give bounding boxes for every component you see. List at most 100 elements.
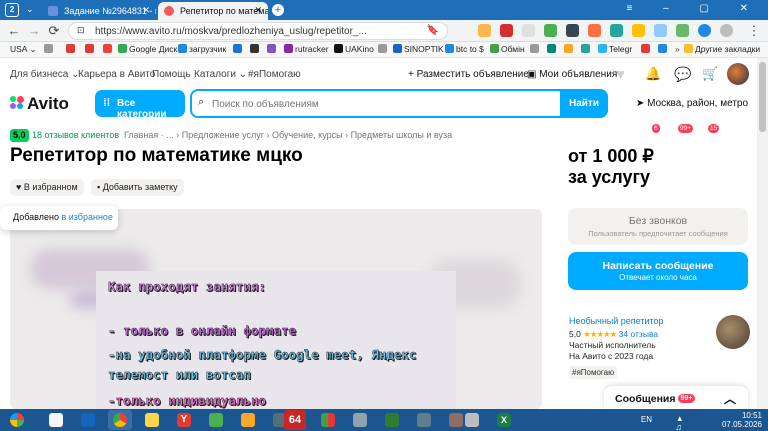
extension-icon[interactable]	[632, 24, 645, 37]
extension-icon[interactable]	[654, 24, 667, 37]
extension-icon[interactable]	[522, 24, 535, 37]
bookmarks-more[interactable]: »	[675, 44, 680, 54]
bookmark-item[interactable]	[641, 44, 652, 54]
nav-catalogs[interactable]: Каталоги ⌄	[194, 69, 247, 80]
system-tray[interactable]: EN ▴ ♫ 10:51 07.05.2026	[641, 411, 762, 431]
nav-for-business[interactable]: Для бизнеса ⌄	[10, 69, 80, 80]
add-note-button[interactable]: ▪ Добавить заметку	[91, 179, 184, 196]
avito-logo[interactable]: Avito	[27, 94, 69, 114]
bookmark-item[interactable]: Обмін	[490, 44, 525, 54]
reviews-link[interactable]: 18 отзывов клиентов	[32, 130, 119, 140]
tab-counter[interactable]: 2	[5, 3, 19, 17]
bookmark-item[interactable]: btc to $	[445, 44, 484, 54]
nav-career[interactable]: Карьера в Авито	[78, 69, 155, 80]
bookmark-item[interactable]	[378, 44, 389, 54]
extension-icon[interactable]	[566, 24, 579, 37]
bookmark-item[interactable]	[267, 44, 278, 54]
taskbar-app[interactable]	[204, 410, 228, 430]
search-input[interactable]	[212, 96, 552, 112]
bookmark-icon[interactable]: 🔖	[427, 25, 439, 36]
search-button[interactable]: Найти	[560, 89, 608, 118]
page-scrollbar[interactable]	[757, 58, 768, 410]
taskbar-app[interactable]	[380, 410, 404, 430]
bell-icon[interactable]: 🔔	[645, 66, 661, 82]
chat-icon[interactable]: 💬	[674, 66, 691, 83]
nav-ya-pomogayu[interactable]: #яПомогаю	[248, 69, 301, 80]
profile-icon[interactable]	[720, 24, 733, 37]
bookmark-item[interactable]: rutracker	[284, 44, 329, 54]
location-selector[interactable]: ➤ Москва, район, метро	[636, 98, 748, 109]
close-icon[interactable]: ✕	[142, 5, 150, 16]
breadcrumb[interactable]: Главная · ... › Предложение услуг › Обуч…	[124, 130, 452, 140]
tray-icons[interactable]: ▴ ♫	[675, 414, 682, 431]
bookmark-item[interactable]	[103, 44, 114, 54]
start-button[interactable]	[4, 410, 32, 430]
bookmark-item[interactable]	[66, 44, 77, 54]
taskbar-app[interactable]	[460, 410, 484, 430]
favorites-link[interactable]: в избранное	[61, 212, 112, 222]
extension-icon[interactable]	[478, 24, 491, 37]
tab-avito[interactable]: Репетитор по математи ✕	[158, 2, 268, 20]
bookmark-item[interactable]	[250, 44, 261, 54]
bookmark-item[interactable]	[658, 44, 669, 54]
seller-name[interactable]: Необычный репетитор	[569, 316, 664, 326]
bookmark-item[interactable]: USA ⌄	[10, 44, 37, 55]
close-icon[interactable]: ✕	[254, 5, 262, 16]
taskbar-app-64[interactable]: 64	[284, 410, 306, 430]
excel-taskbar-app[interactable]: X	[492, 410, 516, 430]
extension-icon[interactable]	[500, 24, 513, 37]
bookmark-item[interactable]	[44, 44, 55, 54]
bookmark-item[interactable]: SINOPTIK	[393, 44, 444, 54]
write-message-button[interactable]: Написать сообщение Отвечает около часа	[568, 252, 748, 290]
no-calls-button[interactable]: Без звонков Пользователь предпочитает со…	[568, 208, 748, 245]
bookmark-item[interactable]	[85, 44, 96, 54]
favorite-button[interactable]: ♥ В избранном	[10, 179, 84, 196]
heart-icon[interactable]: ♥	[616, 66, 625, 83]
bookmark-item[interactable]	[564, 44, 575, 54]
chrome-taskbar-app[interactable]	[108, 410, 132, 430]
extension-icon[interactable]	[610, 24, 623, 37]
taskbar-app[interactable]	[44, 410, 68, 430]
cart-icon[interactable]: 🛒	[702, 66, 718, 82]
forward-icon[interactable]: →	[26, 23, 42, 39]
bookmark-item[interactable]: Google Диск	[118, 44, 177, 54]
ya-pomogayu-tag[interactable]: #яПомогаю	[569, 366, 618, 379]
language-indicator[interactable]: EN	[641, 415, 652, 424]
taskbar-app[interactable]	[412, 410, 436, 430]
bookmark-item[interactable]	[530, 44, 541, 54]
taskbar-app[interactable]	[316, 410, 340, 430]
my-ads-button[interactable]: ▣ Мои объявления	[527, 69, 617, 80]
bookmark-item[interactable]	[547, 44, 558, 54]
taskbar-app[interactable]	[348, 410, 372, 430]
all-categories-button[interactable]: ⁞⁞ Все категории	[95, 90, 185, 120]
post-ad-button[interactable]: + Разместить объявление	[408, 69, 529, 80]
tab-task[interactable]: Задание №2964831 - про ✕	[42, 2, 156, 20]
tab-list-chevron[interactable]: ⌄	[26, 4, 34, 15]
taskbar-app[interactable]	[76, 410, 100, 430]
bookmark-item[interactable]: загрузчик	[178, 44, 226, 54]
extension-icon[interactable]	[698, 24, 711, 37]
seller-avatar[interactable]	[716, 315, 750, 349]
taskbar-app[interactable]	[140, 410, 164, 430]
bookmark-item[interactable]	[233, 44, 244, 54]
extension-icon[interactable]	[544, 24, 557, 37]
download-icon[interactable]	[676, 24, 689, 37]
bookmark-item[interactable]	[581, 44, 592, 54]
back-icon[interactable]: ←	[6, 23, 22, 39]
user-avatar[interactable]	[727, 63, 749, 85]
taskbar-app[interactable]	[236, 410, 260, 430]
seller-reviews-link[interactable]: 34 отзыва	[619, 329, 658, 339]
photo-gallery[interactable]: Как проходят занятия: - только в онлайн …	[10, 209, 542, 409]
url-field[interactable]: ⊡ https://www.avito.ru/moskva/predlozhen…	[68, 22, 448, 40]
menu-icon[interactable]: ⋮	[746, 23, 762, 39]
yandex-taskbar-app[interactable]: Y	[172, 410, 196, 430]
chevron-up-icon[interactable]: ︿	[724, 390, 736, 407]
messages-panel[interactable]: Сообщения 99+ ︿	[604, 386, 748, 410]
bookmark-item[interactable]: UAKino	[334, 44, 374, 54]
nav-help[interactable]: Помощь	[152, 69, 191, 80]
bookmark-item[interactable]: Telegr	[598, 44, 632, 54]
extension-icon[interactable]	[588, 24, 601, 37]
reload-icon[interactable]: ⟳	[46, 23, 62, 39]
new-tab-button[interactable]: +	[272, 4, 284, 16]
other-bookmarks[interactable]: Другие закладки	[684, 44, 760, 54]
